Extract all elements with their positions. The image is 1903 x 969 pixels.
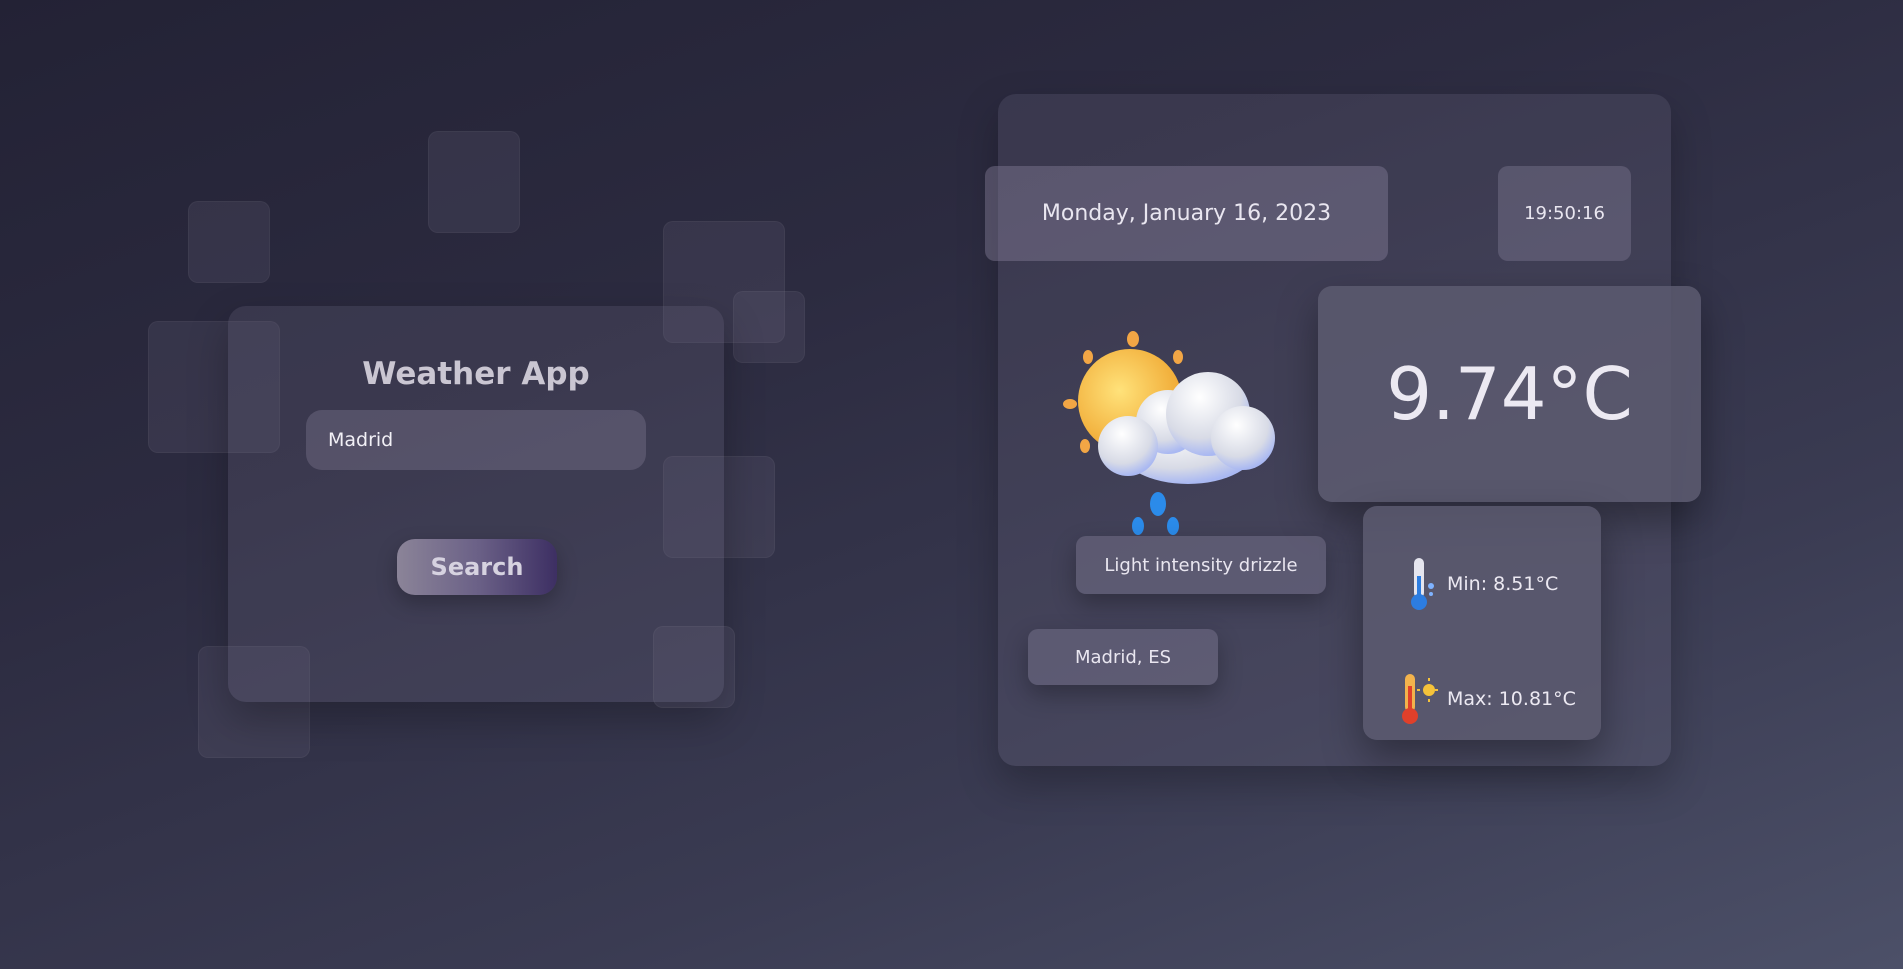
sun-cloud-rain-icon xyxy=(1063,331,1275,535)
temperature-box: 9.74°C xyxy=(1318,286,1701,502)
city-search-input[interactable] xyxy=(306,410,646,470)
temperature-value: 9.74°C xyxy=(1386,352,1633,436)
min-max-box: Min: 8.51°C Max: 10.81°C xyxy=(1363,506,1601,740)
thermometer-hot-icon xyxy=(1402,674,1438,724)
app-title: Weather App xyxy=(362,356,590,392)
decor-square xyxy=(188,201,270,283)
thermometer-cold-icon xyxy=(1411,558,1434,610)
decor-square xyxy=(653,626,735,708)
location-label: Madrid, ES xyxy=(1028,629,1218,685)
min-temperature: Min: 8.51°C xyxy=(1447,573,1559,595)
time-label: 19:50:16 xyxy=(1498,166,1631,261)
search-button[interactable]: Search xyxy=(397,539,557,595)
date-label: Monday, January 16, 2023 xyxy=(985,166,1388,261)
decor-square xyxy=(428,131,520,233)
search-card: Weather App Search xyxy=(228,306,724,702)
weather-description: Light intensity drizzle xyxy=(1076,536,1326,594)
max-temperature: Max: 10.81°C xyxy=(1447,688,1576,710)
decor-square xyxy=(733,291,805,363)
